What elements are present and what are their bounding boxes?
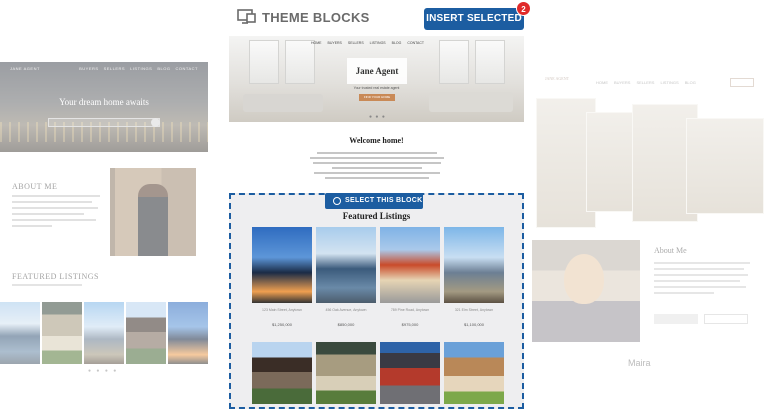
agent-name: Maira — [628, 358, 651, 368]
carousel-dots: ● ● ● ● — [88, 368, 119, 374]
carousel-dots: ● ● ● — [369, 114, 386, 120]
search-icon — [151, 118, 160, 127]
listing-address: 321 Elm Street, Anytown — [454, 308, 494, 312]
listing-address: 123 Main Street, Anytown — [262, 308, 302, 312]
right-nav: HOME BUYERS SELLERS LISTINGS BLOG — [596, 80, 696, 85]
listing-price: $975,000 — [401, 322, 419, 327]
selection-count-badge: 2 — [516, 1, 531, 16]
left-hero-image: JANE AGENT BUYERS SELLERS LISTINGS BLOG … — [0, 62, 208, 152]
listing-photo[interactable] — [316, 342, 376, 404]
listing-address: 789 Pine Road, Anytown — [390, 308, 430, 312]
listing-price: $1,100,000 — [463, 322, 485, 327]
left-listing-tiles — [0, 302, 208, 364]
listing-thumb — [84, 302, 124, 364]
check-circle-icon — [333, 197, 341, 205]
right-nav-item: LISTINGS — [660, 80, 679, 85]
featured-listings-title: Featured Listings — [342, 211, 411, 221]
right-nav-item: BLOG — [684, 80, 696, 85]
agent-face — [564, 254, 604, 304]
left-about-title: ABOUT ME — [12, 182, 58, 191]
right-nav-item: BUYERS — [614, 80, 631, 85]
listing-photo[interactable] — [380, 227, 440, 303]
listing-photo[interactable] — [252, 227, 312, 303]
right-contact-button — [730, 78, 754, 87]
insert-selected-button[interactable]: INSERT SELECTED — [424, 8, 524, 30]
right-agent-photo — [532, 240, 640, 342]
right-brand: JANE AGENT — [544, 76, 570, 81]
left-brand: JANE AGENT — [10, 66, 40, 71]
left-nav-item: LISTINGS — [130, 66, 153, 71]
center-logo: Jane Agent — [347, 58, 407, 84]
right-button-secondary — [704, 314, 748, 324]
center-nav: HOME BUYERS SELLERS LISTINGS BLOG CONTACT — [311, 41, 425, 45]
left-nav-item: CONTACT — [175, 66, 198, 71]
left-search-bar — [48, 118, 160, 127]
listing-photo[interactable] — [380, 342, 440, 404]
welcome-title: Welcome home! — [349, 136, 404, 145]
right-nav-item: HOME — [596, 80, 608, 85]
center-brand: Jane Agent — [355, 66, 399, 76]
right-nav-item: SELLERS — [636, 80, 655, 85]
left-featured-subtitle — [12, 284, 82, 286]
left-hero-title: Your dream home awaits — [59, 97, 149, 107]
right-about-text — [654, 262, 750, 298]
listing-photo[interactable] — [444, 342, 504, 404]
listing-thumb — [0, 302, 40, 364]
left-nav-item: SELLERS — [103, 66, 126, 71]
right-button-primary — [654, 314, 698, 324]
listing-thumb — [126, 302, 166, 364]
left-nav-item: BUYERS — [79, 66, 99, 71]
listing-photo[interactable] — [444, 227, 504, 303]
right-about-title: About Me — [654, 246, 687, 255]
left-about-text — [12, 195, 100, 231]
listing-thumb — [168, 302, 208, 364]
left-nav-item: BLOG — [157, 66, 171, 71]
center-hero-button: FIND YOUR HOME — [359, 94, 395, 101]
listing-photo[interactable] — [252, 342, 312, 404]
page-title: THEME BLOCKS — [262, 10, 370, 25]
welcome-text — [309, 152, 445, 172]
center-hero-image: HOME BUYERS SELLERS LISTINGS BLOG CONTACT Jan… — [229, 36, 524, 122]
listing-price: $850,000 — [337, 322, 355, 327]
left-agent-photo — [110, 168, 196, 256]
listing-address: 456 Oak Avenue, Anytown — [325, 308, 367, 312]
left-nav: JANE AGENT BUYERS SELLERS LISTINGS BLOG … — [10, 66, 198, 74]
right-interior-collage — [536, 98, 764, 248]
listing-photo[interactable] — [316, 227, 376, 303]
right-theme-preview[interactable]: JANE AGENT HOME BUYERS SELLERS LISTINGS … — [530, 70, 768, 400]
left-featured-title: FEATURED LISTINGS — [12, 272, 99, 281]
listing-price: $1,250,000 — [271, 322, 293, 327]
left-theme-preview[interactable]: JANE AGENT BUYERS SELLERS LISTINGS BLOG … — [0, 62, 208, 392]
theme-blocks-screen: JANE AGENT BUYERS SELLERS LISTINGS BLOG … — [0, 0, 768, 409]
center-tagline: Your trusted real estate agent — [353, 86, 400, 90]
listing-thumb — [42, 302, 82, 364]
theme-blocks-icon — [237, 9, 257, 25]
welcome-text-2 — [309, 172, 445, 182]
agent-figure — [138, 184, 168, 256]
